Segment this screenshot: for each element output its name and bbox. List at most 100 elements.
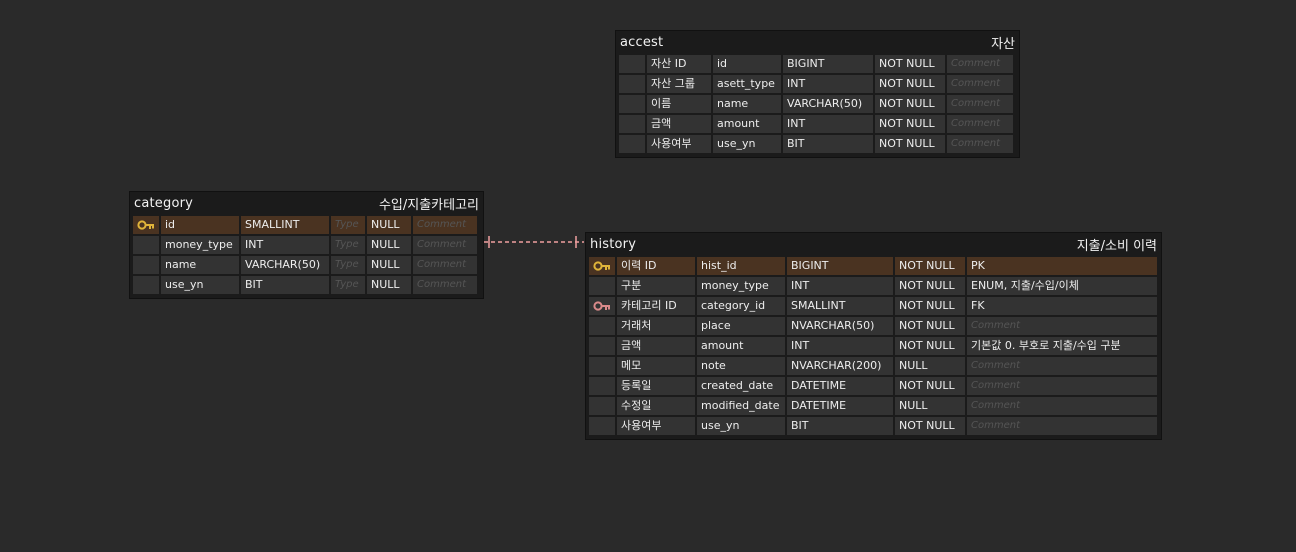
column-comment[interactable]: Comment: [947, 95, 1013, 113]
table-name[interactable]: history: [590, 237, 636, 252]
column-comment[interactable]: Comment: [967, 317, 1157, 335]
column-logical[interactable]: 카테고리 ID: [617, 297, 695, 315]
column-type[interactable]: VARCHAR(50): [783, 95, 873, 113]
column-nullable[interactable]: NOT NULL: [895, 317, 965, 335]
column-row[interactable]: 이름 name VARCHAR(50) NOT NULL Comment: [619, 95, 1016, 113]
column-type[interactable]: INT: [241, 236, 329, 254]
column-row[interactable]: 금액 amount INT NOT NULL Comment: [619, 115, 1016, 133]
column-row[interactable]: 카테고리 ID category_id SMALLINT NOT NULL FK: [589, 297, 1158, 315]
column-physical[interactable]: name: [161, 256, 239, 274]
column-row[interactable]: 사용여부 use_yn BIT NOT NULL Comment: [589, 417, 1158, 435]
column-comment[interactable]: Comment: [947, 115, 1013, 133]
column-nullable[interactable]: NOT NULL: [875, 115, 945, 133]
column-nullable[interactable]: NULL: [895, 357, 965, 375]
column-physical[interactable]: category_id: [697, 297, 785, 315]
column-physical[interactable]: created_date: [697, 377, 785, 395]
column-type[interactable]: INT: [787, 277, 893, 295]
column-logical[interactable]: 이력 ID: [617, 257, 695, 275]
column-physical[interactable]: modified_date: [697, 397, 785, 415]
column-comment[interactable]: Comment: [967, 357, 1157, 375]
column-logical[interactable]: 메모: [617, 357, 695, 375]
column-comment[interactable]: 기본값 0. 부호로 지출/수입 구분: [967, 337, 1157, 355]
column-row[interactable]: use_yn BIT Type NULL Comment: [133, 276, 480, 294]
column-comment[interactable]: Comment: [413, 216, 477, 234]
table-comment[interactable]: 수입/지출카테고리: [379, 194, 479, 213]
column-physical[interactable]: place: [697, 317, 785, 335]
column-type[interactable]: BIT: [787, 417, 893, 435]
column-comment[interactable]: Comment: [947, 75, 1013, 93]
column-logical[interactable]: 자산 ID: [647, 55, 711, 73]
column-physical[interactable]: money_type: [161, 236, 239, 254]
column-nullable[interactable]: NOT NULL: [875, 55, 945, 73]
column-row[interactable]: id SMALLINT Type NULL Comment: [133, 216, 480, 234]
column-comment[interactable]: Comment: [947, 55, 1013, 73]
column-type-placeholder[interactable]: Type: [331, 256, 365, 274]
column-row[interactable]: money_type INT Type NULL Comment: [133, 236, 480, 254]
table-history[interactable]: history 지출/소비 이력 이력 ID hist_id BIGINT NOT N…: [585, 232, 1162, 440]
column-physical[interactable]: amount: [697, 337, 785, 355]
column-logical[interactable]: 사용여부: [617, 417, 695, 435]
column-nullable[interactable]: NOT NULL: [895, 277, 965, 295]
column-row[interactable]: 메모 note NVARCHAR(200) NULL Comment: [589, 357, 1158, 375]
column-physical[interactable]: name: [713, 95, 781, 113]
column-type[interactable]: BIGINT: [787, 257, 893, 275]
column-logical[interactable]: 이름: [647, 95, 711, 113]
table-name[interactable]: accest: [620, 35, 663, 50]
column-comment[interactable]: Comment: [413, 276, 477, 294]
erd-canvas[interactable]: accest 자산 자산 ID id BIGINT NOT NULL Comment 자산…: [0, 0, 1296, 552]
column-type[interactable]: INT: [783, 75, 873, 93]
column-row[interactable]: 이력 ID hist_id BIGINT NOT NULL PK: [589, 257, 1158, 275]
table-category[interactable]: category 수입/지출카테고리 id SMALLINT Type NULL Com…: [129, 191, 484, 299]
column-row[interactable]: name VARCHAR(50) Type NULL Comment: [133, 256, 480, 274]
table-comment[interactable]: 자산: [991, 33, 1015, 52]
column-nullable[interactable]: NOT NULL: [895, 417, 965, 435]
column-type[interactable]: BIT: [241, 276, 329, 294]
column-nullable[interactable]: NOT NULL: [875, 135, 945, 153]
column-comment[interactable]: Comment: [967, 417, 1157, 435]
column-type[interactable]: DATETIME: [787, 397, 893, 415]
table-header[interactable]: accest 자산: [619, 31, 1016, 53]
column-row[interactable]: 자산 ID id BIGINT NOT NULL Comment: [619, 55, 1016, 73]
column-comment[interactable]: Comment: [413, 236, 477, 254]
column-type[interactable]: DATETIME: [787, 377, 893, 395]
column-nullable[interactable]: NOT NULL: [895, 297, 965, 315]
column-type-placeholder[interactable]: Type: [331, 216, 365, 234]
column-comment[interactable]: Comment: [947, 135, 1013, 153]
column-logical[interactable]: 거래처: [617, 317, 695, 335]
column-row[interactable]: 등록일 created_date DATETIME NOT NULL Comment: [589, 377, 1158, 395]
column-logical[interactable]: 자산 그룹: [647, 75, 711, 93]
column-row[interactable]: 자산 그룹 asett_type INT NOT NULL Comment: [619, 75, 1016, 93]
column-type[interactable]: NVARCHAR(50): [787, 317, 893, 335]
column-comment[interactable]: PK: [967, 257, 1157, 275]
column-logical[interactable]: 금액: [647, 115, 711, 133]
column-physical[interactable]: use_yn: [161, 276, 239, 294]
column-physical[interactable]: id: [713, 55, 781, 73]
column-nullable[interactable]: NULL: [895, 397, 965, 415]
column-logical[interactable]: 구분: [617, 277, 695, 295]
column-row[interactable]: 사용여부 use_yn BIT NOT NULL Comment: [619, 135, 1016, 153]
column-type-placeholder[interactable]: Type: [331, 236, 365, 254]
table-header[interactable]: category 수입/지출카테고리: [133, 192, 480, 214]
column-row[interactable]: 구분 money_type INT NOT NULL ENUM, 지출/수입/이체: [589, 277, 1158, 295]
table-header[interactable]: history 지출/소비 이력: [589, 233, 1158, 255]
column-nullable[interactable]: NOT NULL: [895, 257, 965, 275]
column-nullable[interactable]: NULL: [367, 236, 411, 254]
column-nullable[interactable]: NULL: [367, 276, 411, 294]
table-comment[interactable]: 지출/소비 이력: [1077, 235, 1157, 254]
column-comment[interactable]: Comment: [413, 256, 477, 274]
column-type[interactable]: SMALLINT: [787, 297, 893, 315]
column-type[interactable]: BIGINT: [783, 55, 873, 73]
column-comment[interactable]: FK: [967, 297, 1157, 315]
column-physical[interactable]: asett_type: [713, 75, 781, 93]
column-nullable[interactable]: NULL: [367, 216, 411, 234]
column-type-placeholder[interactable]: Type: [331, 276, 365, 294]
column-row[interactable]: 수정일 modified_date DATETIME NULL Comment: [589, 397, 1158, 415]
column-physical[interactable]: use_yn: [697, 417, 785, 435]
column-nullable[interactable]: NOT NULL: [875, 75, 945, 93]
table-accest[interactable]: accest 자산 자산 ID id BIGINT NOT NULL Comment 자산…: [615, 30, 1020, 158]
column-type[interactable]: INT: [783, 115, 873, 133]
column-logical[interactable]: 금액: [617, 337, 695, 355]
column-physical[interactable]: money_type: [697, 277, 785, 295]
column-logical[interactable]: 수정일: [617, 397, 695, 415]
column-type[interactable]: INT: [787, 337, 893, 355]
